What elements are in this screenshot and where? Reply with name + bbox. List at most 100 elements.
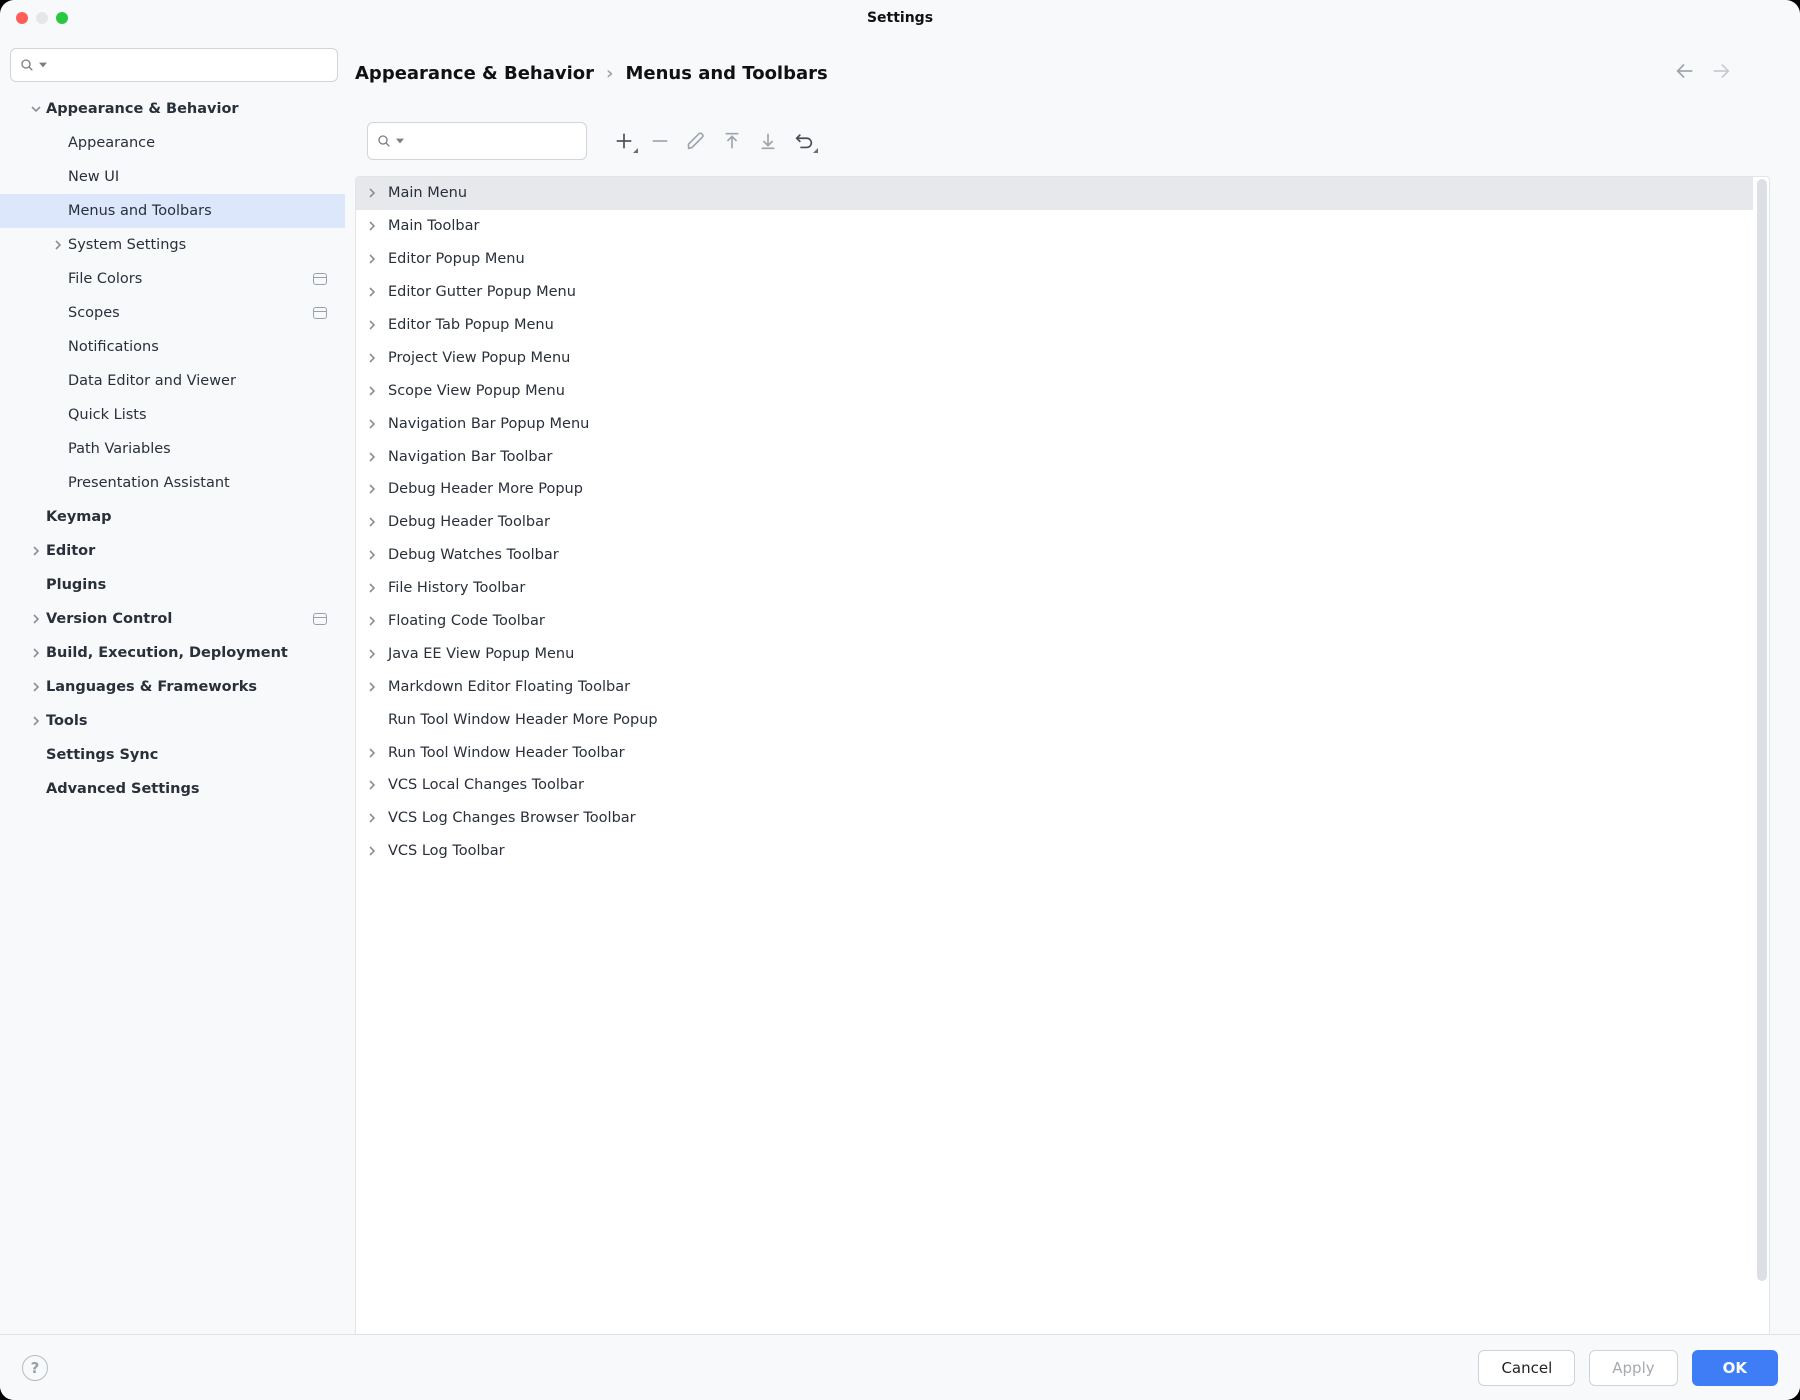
sidebar-item[interactable]: Notifications: [0, 330, 345, 364]
menu-tree-item[interactable]: File History Toolbar: [356, 572, 1753, 605]
sidebar-item[interactable]: Plugins: [0, 568, 345, 602]
menu-tree-item[interactable]: Floating Code Toolbar: [356, 605, 1753, 638]
chevron-right-icon: [26, 681, 46, 693]
breadcrumb-separator: ›: [606, 63, 613, 84]
menu-tree-item[interactable]: Navigation Bar Popup Menu: [356, 407, 1753, 440]
menu-tree-item-label: Editor Gutter Popup Menu: [388, 284, 576, 300]
menu-tree-item[interactable]: Run Tool Window Header Toolbar: [356, 736, 1753, 769]
chevron-right-icon: [366, 220, 380, 232]
menu-tree-item[interactable]: Debug Watches Toolbar: [356, 539, 1753, 572]
menu-tree-item-label: File History Toolbar: [388, 580, 525, 596]
search-dropdown-icon[interactable]: [39, 61, 47, 69]
move-down-button[interactable]: [757, 130, 779, 152]
menu-tree-item[interactable]: Debug Header More Popup: [356, 473, 1753, 506]
edit-action-button[interactable]: [685, 130, 707, 152]
menu-tree-item[interactable]: Java EE View Popup Menu: [356, 637, 1753, 670]
chevron-right-icon: [366, 549, 380, 561]
zoom-window-button[interactable]: [56, 12, 68, 24]
chevron-right-icon: [26, 545, 46, 557]
sidebar-item[interactable]: Editor: [0, 534, 345, 568]
breadcrumb-root[interactable]: Appearance & Behavior: [355, 63, 594, 84]
menu-tree-item[interactable]: VCS Log Toolbar: [356, 835, 1753, 868]
sidebar-item[interactable]: Settings Sync: [0, 738, 345, 772]
sidebar-item[interactable]: Data Editor and Viewer: [0, 364, 345, 398]
search-dropdown-icon[interactable]: [396, 137, 404, 145]
arrow-left-icon: [1674, 60, 1696, 82]
sidebar-item[interactable]: Advanced Settings: [0, 772, 345, 806]
menu-tree-item-label: Markdown Editor Floating Toolbar: [388, 679, 630, 695]
sidebar-item[interactable]: Path Variables: [0, 432, 345, 466]
menu-tree-item-label: VCS Log Toolbar: [388, 843, 505, 859]
help-button[interactable]: ?: [22, 1355, 48, 1381]
minimize-window-button[interactable]: [36, 12, 48, 24]
sidebar-item[interactable]: Keymap: [0, 500, 345, 534]
sidebar-item[interactable]: Build, Execution, Deployment: [0, 636, 345, 670]
ok-button-label: OK: [1723, 1359, 1747, 1377]
sidebar-item[interactable]: Scopes: [0, 296, 345, 330]
chevron-right-icon: [366, 615, 380, 627]
sidebar-item[interactable]: Version Control: [0, 602, 345, 636]
menu-tree-item[interactable]: Editor Gutter Popup Menu: [356, 276, 1753, 309]
sidebar-item-label: New UI: [68, 169, 345, 185]
sidebar-item[interactable]: New UI: [0, 160, 345, 194]
chevron-down-icon: [26, 103, 46, 115]
menu-tree-item[interactable]: Scope View Popup Menu: [356, 374, 1753, 407]
menu-tree-item[interactable]: Run Tool Window Header More Popup: [356, 703, 1753, 736]
remove-action-button[interactable]: [649, 130, 671, 152]
menu-tree-item[interactable]: VCS Log Changes Browser Toolbar: [356, 802, 1753, 835]
menus-list-body[interactable]: Main MenuMain ToolbarEditor Popup Menu Ed…: [356, 177, 1753, 1379]
cancel-button[interactable]: Cancel: [1478, 1350, 1575, 1386]
menu-tree-item-label: Debug Header Toolbar: [388, 514, 550, 530]
settings-window: Settings Appearance & BehaviorAppearance…: [0, 0, 1800, 1400]
menu-tree-item[interactable]: Main Menu: [356, 177, 1753, 210]
menu-tree-item-label: Run Tool Window Header More Popup: [388, 712, 658, 728]
menu-tree-item[interactable]: Project View Popup Menu: [356, 341, 1753, 374]
menu-tree-item[interactable]: Markdown Editor Floating Toolbar: [356, 670, 1753, 703]
scrollbar-thumb[interactable]: [1757, 179, 1767, 1281]
scrollbar[interactable]: [1757, 179, 1767, 1377]
menu-tree-item[interactable]: Editor Tab Popup Menu: [356, 309, 1753, 342]
menu-tree-item[interactable]: Editor Popup Menu: [356, 243, 1753, 276]
add-action-button[interactable]: [613, 130, 635, 152]
sidebar-item-label: Appearance: [68, 135, 345, 151]
sidebar-item-label: Scopes: [68, 305, 313, 321]
nav-forward-button[interactable]: [1710, 60, 1732, 86]
menu-tree-item[interactable]: Main Toolbar: [356, 210, 1753, 243]
sidebar-item[interactable]: Appearance: [0, 126, 345, 160]
dropdown-indicator-icon: [633, 148, 638, 153]
settings-search-box[interactable]: [10, 48, 338, 82]
sidebar-item[interactable]: Appearance & Behavior: [0, 92, 345, 126]
menu-tree-item[interactable]: VCS Local Changes Toolbar: [356, 769, 1753, 802]
menu-tree-item[interactable]: Navigation Bar Toolbar: [356, 440, 1753, 473]
chevron-right-icon: [366, 253, 380, 265]
sidebar-item[interactable]: System Settings: [0, 228, 345, 262]
window-title: Settings: [0, 10, 1800, 26]
menu-tree-item-label: Navigation Bar Popup Menu: [388, 416, 589, 432]
sidebar-item[interactable]: File Colors: [0, 262, 345, 296]
close-window-button[interactable]: [16, 12, 28, 24]
menu-tree-item[interactable]: Debug Header Toolbar: [356, 506, 1753, 539]
tree-search-box[interactable]: [367, 122, 587, 160]
sidebar-item[interactable]: Tools: [0, 704, 345, 738]
settings-tree[interactable]: Appearance & Behavior Appearance New UI Men…: [0, 92, 345, 1400]
main-panel: Appearance & Behavior › Menus and Toolba…: [345, 36, 1800, 1400]
restore-defaults-button[interactable]: [793, 130, 815, 152]
sidebar-item[interactable]: Languages & Frameworks: [0, 670, 345, 704]
sidebar-item[interactable]: Menus and Toolbars: [0, 194, 345, 228]
menus-list: Main MenuMain ToolbarEditor Popup Menu Ed…: [355, 176, 1770, 1380]
arrow-right-icon: [1710, 60, 1732, 82]
chevron-right-icon: [48, 239, 68, 251]
move-up-button[interactable]: [721, 130, 743, 152]
sidebar-item[interactable]: Presentation Assistant: [0, 466, 345, 500]
nav-back-button[interactable]: [1674, 60, 1696, 86]
chevron-right-icon: [366, 385, 380, 397]
menu-tree-item-label: VCS Local Changes Toolbar: [388, 777, 584, 793]
sidebar-item[interactable]: Quick Lists: [0, 398, 345, 432]
tree-search-input[interactable]: [408, 133, 589, 149]
ok-button[interactable]: OK: [1692, 1350, 1778, 1386]
apply-button[interactable]: Apply: [1589, 1350, 1677, 1386]
menu-tree-item-label: Scope View Popup Menu: [388, 383, 565, 399]
sidebar-item-label: Editor: [46, 543, 345, 559]
settings-search-input[interactable]: [51, 57, 329, 73]
breadcrumb: Appearance & Behavior › Menus and Toolba…: [345, 63, 828, 84]
